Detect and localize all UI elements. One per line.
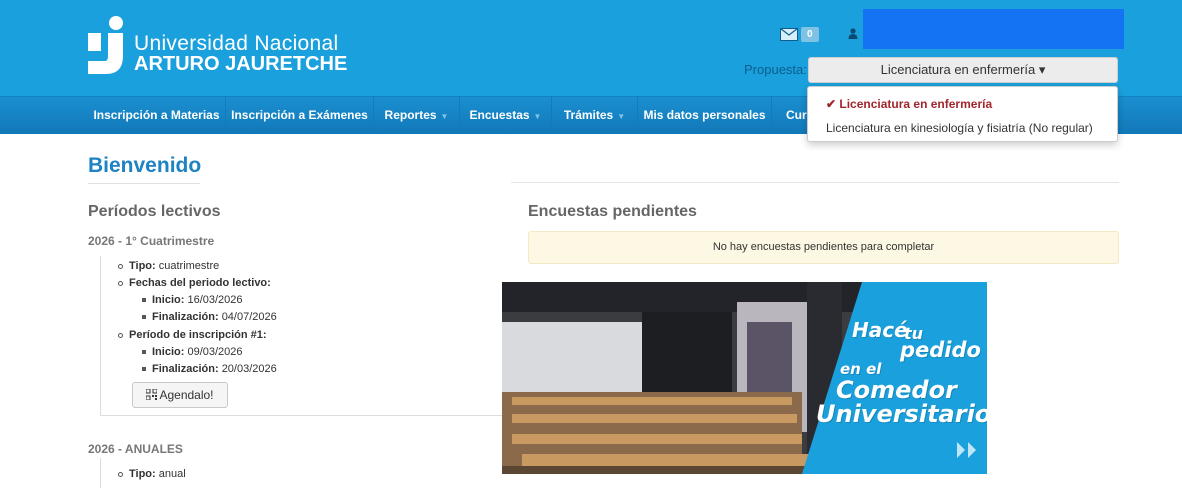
nav-encuestas[interactable]: Encuestas ▼	[460, 97, 552, 134]
user-icon[interactable]	[848, 28, 858, 39]
nav-label: Reportes	[384, 108, 437, 122]
nav-label: Mis datos personales	[643, 108, 766, 122]
nav-label: Inscripción a Exámenes	[231, 108, 368, 122]
agendalo-label: Agendalo!	[159, 388, 214, 402]
fin-value: 04/07/2026	[221, 311, 277, 323]
inicio-label: Inicio:	[152, 294, 185, 306]
periodo-fechas: Fechas del periodo lectivo:	[118, 277, 271, 289]
nav-mis-datos[interactable]: Mis datos personales	[638, 97, 772, 134]
bullet-circle-icon	[118, 280, 123, 286]
inicio-value: 16/03/2026	[187, 294, 243, 306]
bullet-square-icon	[142, 367, 146, 372]
insc-label: Período de inscripción #1:	[129, 329, 267, 341]
periodos-heading: Períodos lectivos	[88, 203, 221, 220]
periodo-anual-title: 2026 - ANUALES	[88, 442, 183, 456]
encuestas-heading: Encuestas pendientes	[528, 203, 697, 220]
inscripcion-inicio: Inicio: 09/03/2026	[142, 346, 243, 358]
periodo-inicio: Inicio: 16/03/2026	[142, 294, 243, 306]
tipo-label: Tipo:	[129, 468, 156, 480]
inscripcion-finalizacion: Finalización: 20/03/2026	[142, 363, 277, 375]
propuesta-option-kinesiologia[interactable]: Licenciatura en kinesiología y fisiatría…	[826, 121, 1093, 135]
user-name-box[interactable]	[863, 9, 1124, 49]
header: Universidad Nacional ARTURO JAURETCHE 0 …	[0, 0, 1182, 96]
mail-notification[interactable]: 0	[780, 26, 819, 42]
bullet-square-icon	[142, 298, 146, 303]
fechas-label: Fechas del periodo lectivo:	[129, 277, 271, 289]
comedor-banner[interactable]: Hacé tu pedido en el Comedor Universitar…	[502, 282, 987, 474]
periodo-inscripcion: Período de inscripción #1:	[118, 329, 267, 341]
bullet-circle-icon	[118, 471, 123, 477]
title-divider	[88, 183, 200, 184]
caret-down-icon: ▼	[440, 112, 449, 121]
anual-tipo: Tipo: anual	[118, 468, 186, 480]
envelope-icon	[780, 27, 798, 41]
bullet-circle-icon	[118, 263, 123, 269]
nav-reportes[interactable]: Reportes ▼	[374, 97, 460, 134]
nav-tramites[interactable]: Trámites ▼	[552, 97, 638, 134]
section-divider	[511, 182, 1119, 183]
nav-cursos[interactable]: Curs	[772, 97, 813, 134]
propuesta-option-enfermeria[interactable]: ✔ Licenciatura en enfermería	[826, 97, 992, 111]
bullet-circle-icon	[118, 332, 123, 338]
qr-code-icon	[146, 389, 158, 400]
propuesta-dropdown-menu: ✔ Licenciatura en enfermería Licenciatur…	[807, 86, 1118, 142]
nav-label: Encuestas	[469, 108, 530, 122]
tipo-label: Tipo:	[129, 260, 156, 272]
tipo-value: cuatrimestre	[158, 260, 220, 272]
banner-text-pedido: pedido	[900, 338, 981, 362]
logo-text-line2: ARTURO JAURETCHE	[134, 53, 348, 75]
insc-inicio-label: Inicio:	[152, 346, 185, 358]
banner-text-universitario: Universitario	[816, 400, 987, 428]
insc-fin-label: Finalización:	[152, 363, 219, 375]
logo-mark-icon	[88, 16, 123, 74]
nav-inscripcion-examenes[interactable]: Inscripción a Exámenes	[226, 97, 374, 134]
page-title: Bienvenido	[88, 154, 202, 177]
periodo-finalizacion: Finalización: 04/07/2026	[142, 311, 277, 323]
propuesta-select[interactable]: Licenciatura en enfermería ▾	[808, 57, 1118, 83]
encuestas-empty-alert: No hay encuestas pendientes para complet…	[528, 231, 1119, 264]
fin-label: Finalización:	[152, 311, 219, 323]
nav-inscripcion-materias[interactable]: Inscripción a Materias	[88, 97, 226, 134]
periodo-tipo: Tipo: cuatrimestre	[118, 260, 219, 272]
tipo-value: anual	[158, 468, 186, 480]
nav-label: Inscripción a Materias	[93, 108, 220, 122]
university-logo[interactable]: Universidad Nacional ARTURO JAURETCHE	[88, 16, 347, 78]
propuesta-label: Propuesta:	[744, 62, 807, 77]
caret-down-icon: ▼	[617, 112, 626, 121]
bullet-square-icon	[142, 315, 146, 320]
insc-fin-value: 20/03/2026	[221, 363, 277, 375]
insc-inicio-value: 09/03/2026	[187, 346, 243, 358]
bullet-square-icon	[142, 350, 146, 355]
periodo-title: 2026 - 1° Cuatrimestre	[88, 234, 215, 248]
nav-label: Trámites	[563, 108, 614, 122]
agendalo-button[interactable]: Agendalo!	[132, 382, 228, 408]
mail-count-badge: 0	[801, 26, 819, 42]
caret-down-icon: ▼	[533, 112, 542, 121]
